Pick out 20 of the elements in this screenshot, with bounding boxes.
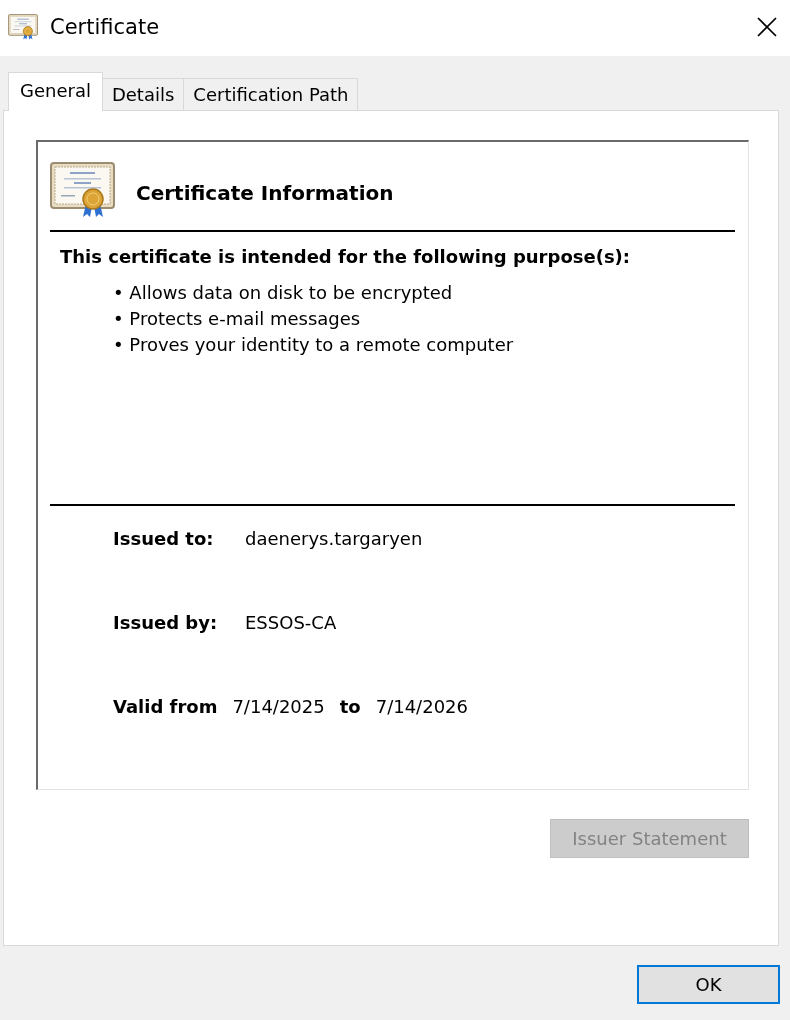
date-value: 7/14/2026 — [375, 695, 468, 719]
tab[interactable]: General — [8, 72, 103, 111]
purpose-item: • Proves your identity to a remote computer — [113, 333, 514, 357]
field-label: to — [339, 695, 361, 719]
dialog-button[interactable]: OK — [637, 965, 780, 1004]
certificate-icon — [8, 14, 38, 40]
purpose-item: • Allows data on disk to be encrypted — [113, 281, 453, 305]
purpose-heading: This certificate is intended for the following purpose(s): — [60, 245, 631, 269]
field-label: Issued by: — [113, 611, 218, 635]
date-value: 7/14/2025 — [232, 695, 325, 719]
field-label: Issued to: — [113, 527, 214, 551]
field-value: daenerys.targaryen — [245, 527, 423, 551]
tab[interactable]: Certification Path — [183, 78, 359, 110]
window-title: Certificate — [50, 15, 160, 39]
section-title: Certificate Information — [136, 181, 394, 205]
purpose-item: • Protects e-mail messages — [113, 307, 361, 331]
field-label: Valid from — [113, 695, 218, 719]
field-value: ESSOS-CA — [245, 611, 337, 635]
close-icon[interactable] — [757, 17, 777, 37]
certificate-icon — [50, 162, 115, 218]
